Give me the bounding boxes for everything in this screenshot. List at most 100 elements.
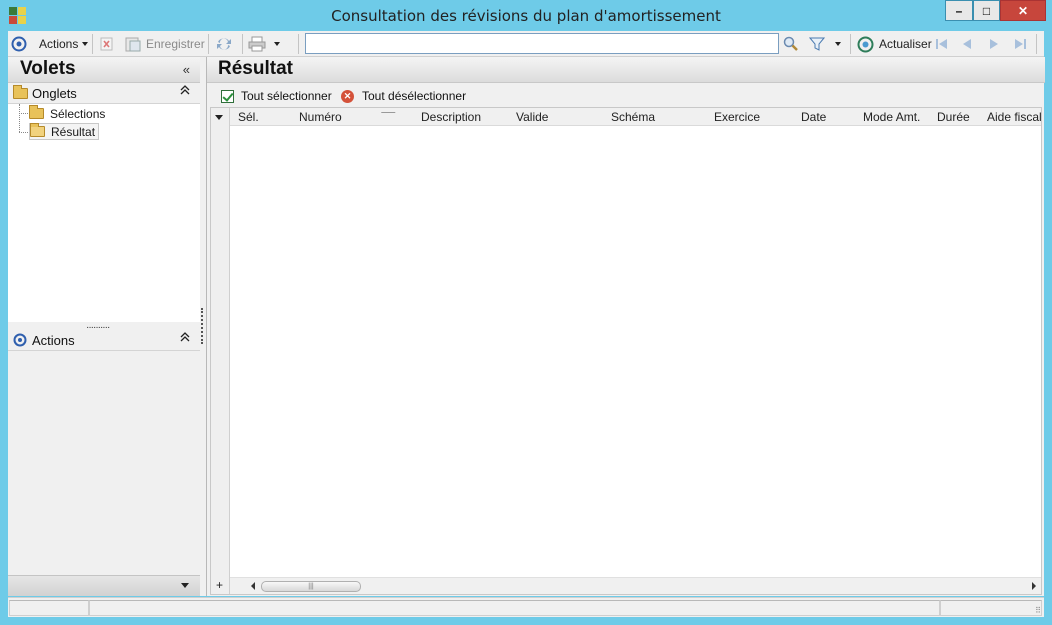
app-window: Consultation des révisions du plan d'amo… — [0, 0, 1052, 625]
first-record-icon[interactable] — [934, 35, 950, 53]
toolbar-divider — [242, 34, 243, 54]
column-chooser-icon[interactable] — [215, 115, 223, 120]
collapse-pane-icon[interactable]: « — [183, 62, 190, 77]
splitter-grip-icon — [201, 308, 203, 344]
status-cell — [89, 600, 940, 616]
column-header-date[interactable]: Date — [801, 110, 826, 124]
toolbar-divider — [208, 34, 209, 54]
column-header-mode-amt[interactable]: Mode Amt. — [863, 110, 920, 124]
actions-menu-label: Actions — [39, 37, 79, 51]
row-indicator-column: + — [211, 108, 230, 594]
sort-indicator-icon — [380, 112, 396, 114]
chevron-down-icon — [274, 42, 280, 46]
tabs-tree: Sélections Résultat — [8, 104, 200, 322]
column-header-schema[interactable]: Schéma — [611, 110, 655, 124]
chevron-down-icon — [835, 42, 841, 46]
print-button[interactable] — [248, 35, 280, 53]
tree-item-label: Résultat — [51, 124, 96, 139]
left-pane: Volets « Onglets Sélections Résultat ···… — [8, 57, 200, 596]
horizontal-scrollbar[interactable]: ||| — [230, 577, 1041, 594]
tree-connector — [19, 104, 20, 132]
column-header-duree[interactable]: Durée — [937, 110, 970, 124]
column-header-description[interactable]: Description — [421, 110, 481, 124]
column-header-numero[interactable]: Numéro — [299, 110, 342, 124]
select-all-label: Tout sélectionner — [241, 89, 332, 103]
title-bar[interactable]: Consultation des révisions du plan d'amo… — [0, 0, 1052, 31]
search-icon[interactable] — [783, 35, 799, 53]
tree-item-label: Sélections — [50, 106, 106, 121]
tabs-group-header[interactable]: Onglets — [8, 83, 200, 104]
actions-group-label: Actions — [32, 333, 75, 348]
grid-header: Sél. Numéro Description Valide Schéma Ex… — [230, 108, 1042, 126]
refresh-icon — [857, 36, 874, 52]
close-button[interactable]: ✕ — [1000, 0, 1046, 21]
tree-item-selections[interactable]: Sélections — [29, 105, 105, 122]
result-header: Résultat — [207, 57, 1045, 83]
panes-title: Volets — [20, 58, 76, 79]
status-bar: ⠿ — [8, 597, 1044, 617]
result-grid[interactable]: + Sél. Numéro Description Valide Schéma … — [210, 107, 1042, 595]
deselect-all-label: Tout désélectionner — [362, 89, 467, 103]
close-icon: ✕ — [1017, 3, 1029, 18]
column-header-aide-fiscal[interactable]: Aide fiscal — [987, 110, 1042, 124]
toolbar-divider — [1036, 34, 1037, 54]
chevron-down-icon[interactable] — [181, 583, 189, 588]
collapse-up-icon[interactable] — [180, 332, 190, 345]
filter-button[interactable] — [809, 35, 841, 53]
deselect-all-button[interactable]: ✕ Tout désélectionner — [341, 89, 466, 103]
refresh-button[interactable]: Actualiser — [857, 35, 932, 53]
status-cell — [9, 600, 89, 616]
toolbar-divider — [92, 34, 93, 54]
scroll-thumb[interactable]: ||| — [261, 581, 361, 592]
search-input[interactable] — [305, 33, 779, 54]
collapse-up-icon[interactable] — [180, 85, 190, 98]
result-pane: Résultat Tout sélectionner ✕ Tout déséle… — [206, 57, 1045, 596]
column-header-exercice[interactable]: Exercice — [714, 110, 760, 124]
minimize-button[interactable]: – — [945, 0, 973, 21]
save-button[interactable]: Enregistrer — [125, 35, 205, 53]
actions-group-header[interactable]: Actions — [8, 330, 200, 351]
save-button-label: Enregistrer — [146, 37, 205, 51]
toolbar: Actions Enregistrer Actualiser — [8, 31, 1044, 57]
status-cell — [940, 600, 1042, 616]
maximize-button[interactable]: □ — [973, 0, 1000, 21]
column-header-valide[interactable]: Valide — [516, 110, 548, 124]
clear-icon: ✕ — [341, 89, 354, 103]
resize-grip-icon[interactable]: ⠿ — [1035, 606, 1041, 615]
sync-icon[interactable] — [215, 35, 233, 53]
checkbox-icon — [221, 89, 234, 103]
open-folder-icon — [30, 123, 45, 137]
actions-menu-button[interactable]: Actions — [39, 35, 89, 53]
toolbar-divider — [850, 34, 851, 54]
window-title: Consultation des révisions du plan d'amo… — [331, 7, 721, 25]
actions-panel — [8, 351, 200, 575]
select-all-button[interactable]: Tout sélectionner — [221, 89, 332, 103]
tabs-group-label: Onglets — [32, 86, 77, 101]
scroll-right-icon[interactable] — [1032, 582, 1036, 590]
tree-item-resultat[interactable]: Résultat — [29, 123, 100, 140]
folder-icon — [29, 105, 44, 119]
column-header-sel[interactable]: Sél. — [238, 110, 259, 124]
toolbar-divider — [298, 34, 299, 54]
minimize-icon: – — [955, 3, 963, 18]
selection-bar: Tout sélectionner ✕ Tout désélectionner — [207, 84, 1045, 108]
panes-header: Volets « — [8, 57, 200, 83]
save-icon — [125, 37, 141, 51]
delete-icon[interactable] — [100, 35, 113, 53]
maximize-icon: □ — [982, 3, 991, 18]
target-icon — [13, 333, 27, 350]
tree-connector — [19, 113, 28, 114]
pane-footer[interactable] — [8, 575, 200, 596]
previous-record-icon[interactable] — [960, 35, 974, 53]
refresh-button-label: Actualiser — [879, 37, 932, 51]
add-row-button[interactable]: + — [216, 578, 223, 592]
scroll-left-icon[interactable] — [251, 582, 255, 590]
filter-icon — [809, 37, 825, 51]
chevron-down-icon — [82, 42, 89, 46]
tree-connector — [19, 132, 28, 133]
printer-icon — [248, 36, 266, 52]
next-record-icon[interactable] — [987, 35, 1001, 53]
result-title: Résultat — [218, 58, 293, 79]
last-record-icon[interactable] — [1012, 35, 1028, 53]
target-icon[interactable] — [11, 35, 27, 53]
